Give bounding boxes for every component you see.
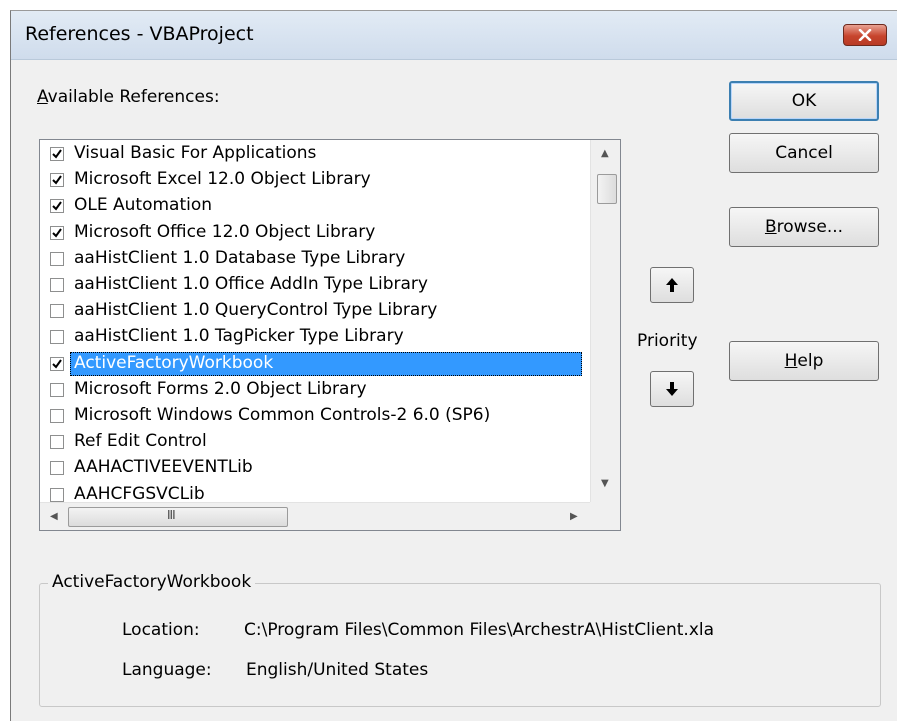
- reference-checkbox[interactable]: [50, 225, 64, 240]
- priority-down-button[interactable]: [650, 371, 694, 407]
- reference-checkbox[interactable]: [50, 487, 64, 502]
- reference-item[interactable]: Microsoft Forms 2.0 Object Library: [40, 378, 590, 404]
- reference-checkbox[interactable]: [50, 435, 64, 450]
- references-dialog: References - VBAProject Available Refere…: [10, 10, 897, 721]
- reference-checkbox[interactable]: [50, 251, 64, 266]
- checkmark-icon: [52, 228, 62, 238]
- reference-item[interactable]: aaHistClient 1.0 Database Type Library: [40, 247, 590, 273]
- reference-item[interactable]: Microsoft Windows Common Controls-2 6.0 …: [40, 404, 590, 430]
- available-references-label: Available References:: [37, 87, 220, 107]
- arrow-down-icon: [666, 382, 678, 396]
- reference-checkbox[interactable]: [50, 304, 64, 319]
- reference-label: Microsoft Forms 2.0 Object Library: [74, 378, 367, 399]
- reference-item[interactable]: aaHistClient 1.0 QueryControl Type Libra…: [40, 299, 590, 325]
- reference-label: aaHistClient 1.0 Office AddIn Type Libra…: [74, 274, 428, 294]
- reference-checkbox[interactable]: [50, 147, 64, 161]
- reference-checkbox[interactable]: [50, 382, 64, 397]
- horizontal-scrollbar[interactable]: ◀ III ▶: [40, 502, 590, 530]
- reference-label: aaHistClient 1.0 Database Type Library: [74, 247, 406, 268]
- reference-item[interactable]: aaHistClient 1.0 TagPicker Type Library: [40, 325, 590, 351]
- priority-label: Priority: [637, 331, 698, 351]
- language-value: English/United States: [246, 660, 429, 680]
- close-x-icon: [858, 29, 872, 41]
- reference-label: aaHistClient 1.0 QueryControl Type Libra…: [74, 300, 438, 321]
- close-button[interactable]: [843, 24, 887, 46]
- vertical-scrollbar[interactable]: ▲ ▼: [590, 140, 620, 502]
- ok-button[interactable]: OK: [729, 81, 879, 121]
- location-label: Location:: [122, 620, 200, 640]
- reference-checkbox[interactable]: [50, 173, 64, 188]
- reference-label: Ref Edit Control: [74, 431, 207, 452]
- scroll-up-icon[interactable]: ▲: [601, 148, 609, 159]
- scroll-left-icon[interactable]: ◀: [50, 511, 58, 522]
- reference-checkbox[interactable]: [50, 278, 64, 292]
- checkmark-icon: [52, 201, 62, 211]
- reference-label: Microsoft Excel 12.0 Object Library: [74, 169, 371, 190]
- reference-item[interactable]: OLE Automation: [40, 194, 590, 220]
- location-value: C:\Program Files\Common Files\ArchestrA\…: [244, 620, 715, 640]
- arrow-up-icon: [666, 278, 678, 292]
- cancel-button[interactable]: Cancel: [729, 133, 879, 173]
- checkmark-icon: [52, 359, 62, 369]
- reference-label: AAHCFGSVCLib: [74, 483, 205, 502]
- reference-label: Microsoft Windows Common Controls-2 6.0 …: [74, 405, 491, 425]
- reference-label: Visual Basic For Applications: [74, 143, 317, 163]
- references-listbox[interactable]: Visual Basic For Applications Microsoft E…: [39, 139, 621, 531]
- reference-checkbox[interactable]: [50, 356, 64, 371]
- reference-checkbox[interactable]: [50, 409, 64, 423]
- browse-button[interactable]: Browse...: [729, 207, 879, 247]
- scroll-right-icon[interactable]: ▶: [570, 511, 578, 522]
- window-title: References - VBAProject: [25, 23, 254, 45]
- scroll-down-icon[interactable]: ▼: [601, 478, 609, 489]
- reference-item[interactable]: Microsoft Excel 12.0 Object Library: [40, 168, 590, 194]
- reference-checkbox[interactable]: [50, 330, 64, 345]
- reference-details-group: ActiveFactoryWorkbook Location: C:\Progr…: [39, 572, 881, 707]
- references-list: Visual Basic For Applications Microsoft E…: [40, 140, 590, 502]
- reference-item[interactable]: AAHCFGSVCLib: [40, 483, 590, 502]
- reference-label: aaHistClient 1.0 TagPicker Type Library: [74, 326, 404, 347]
- reference-label: OLE Automation: [74, 195, 213, 216]
- details-group-title: ActiveFactoryWorkbook: [48, 572, 256, 592]
- language-label: Language:: [122, 660, 212, 680]
- checkmark-icon: [52, 149, 62, 159]
- scrollbar-corner: [590, 502, 620, 530]
- reference-item[interactable]: Visual Basic For Applications: [40, 142, 590, 168]
- reference-item[interactable]: ActiveFactoryWorkbook: [40, 351, 590, 378]
- thumb-grip: III: [167, 508, 176, 522]
- reference-label: AAHACTIVEEVENTLib: [74, 457, 253, 478]
- reference-checkbox[interactable]: [50, 461, 64, 476]
- help-button[interactable]: Help: [729, 341, 879, 381]
- reference-label: ActiveFactoryWorkbook: [74, 352, 274, 373]
- title-bar[interactable]: References - VBAProject: [11, 11, 897, 60]
- reference-checkbox[interactable]: [50, 199, 64, 214]
- priority-up-button[interactable]: [650, 267, 694, 303]
- reference-label: Microsoft Office 12.0 Object Library: [74, 221, 376, 242]
- reference-item[interactable]: aaHistClient 1.0 Office AddIn Type Libra…: [40, 273, 590, 299]
- vertical-scroll-thumb[interactable]: [597, 174, 617, 204]
- horizontal-scroll-thumb[interactable]: III: [68, 507, 288, 527]
- reference-item[interactable]: Microsoft Office 12.0 Object Library: [40, 221, 590, 247]
- reference-item[interactable]: AAHACTIVEEVENTLib: [40, 456, 590, 482]
- checkmark-icon: [52, 175, 62, 185]
- reference-item[interactable]: Ref Edit Control: [40, 430, 590, 456]
